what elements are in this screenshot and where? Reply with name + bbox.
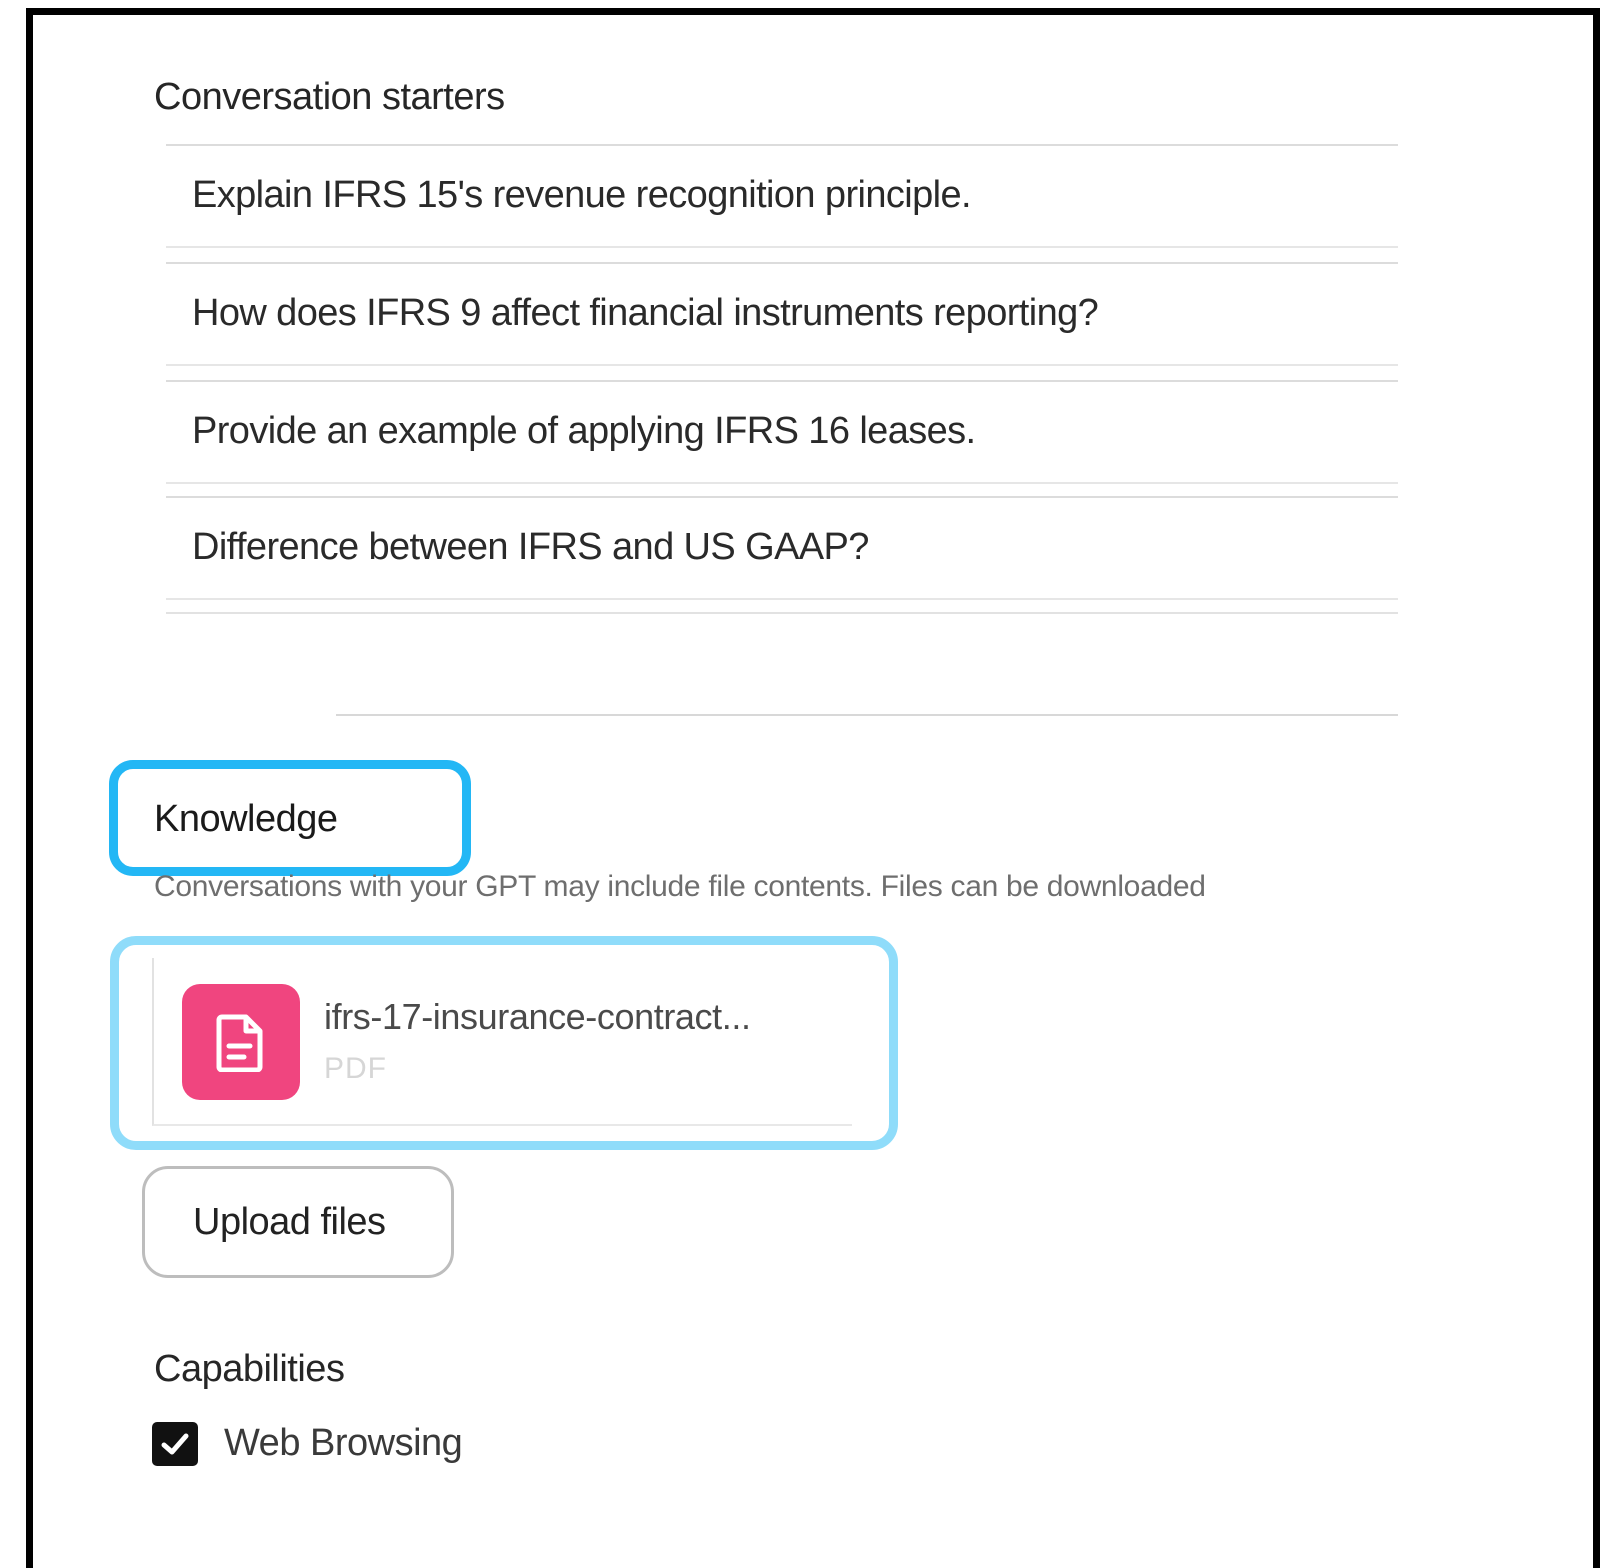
empty-starter-divider <box>166 612 1398 614</box>
conversation-starter-text: Difference between IFRS and US GAAP? <box>192 526 869 568</box>
conversation-starter-input[interactable]: How does IFRS 9 affect financial instrum… <box>166 262 1398 366</box>
conversation-starter-input[interactable]: Difference between IFRS and US GAAP? <box>166 496 1398 600</box>
conversation-starter-text: How does IFRS 9 affect financial instrum… <box>192 292 1099 334</box>
uploaded-file-card[interactable]: ifrs-17-insurance-contract... PDF <box>152 958 852 1126</box>
knowledge-description: Conversations with your GPT may include … <box>154 870 1206 903</box>
file-name: ifrs-17-insurance-contract... <box>324 996 751 1037</box>
document-icon <box>182 984 300 1100</box>
conversation-starter-text: Explain IFRS 15's revenue recognition pr… <box>192 174 972 216</box>
capability-label: Web Browsing <box>224 1422 463 1464</box>
file-type: PDF <box>324 1052 387 1085</box>
knowledge-label: Knowledge <box>154 798 338 840</box>
empty-conversation-starter-input[interactable] <box>336 714 1398 716</box>
upload-files-label: Upload files <box>193 1201 386 1243</box>
conversation-starters-label: Conversation starters <box>154 76 505 118</box>
capabilities-label: Capabilities <box>154 1348 345 1390</box>
conversation-starter-input[interactable]: Explain IFRS 15's revenue recognition pr… <box>166 144 1398 248</box>
upload-files-button[interactable]: Upload files <box>142 1166 454 1278</box>
checkbox-checked[interactable] <box>152 1422 198 1466</box>
conversation-starter-text: Provide an example of applying IFRS 16 l… <box>192 410 976 452</box>
conversation-starter-input[interactable]: Provide an example of applying IFRS 16 l… <box>166 380 1398 484</box>
